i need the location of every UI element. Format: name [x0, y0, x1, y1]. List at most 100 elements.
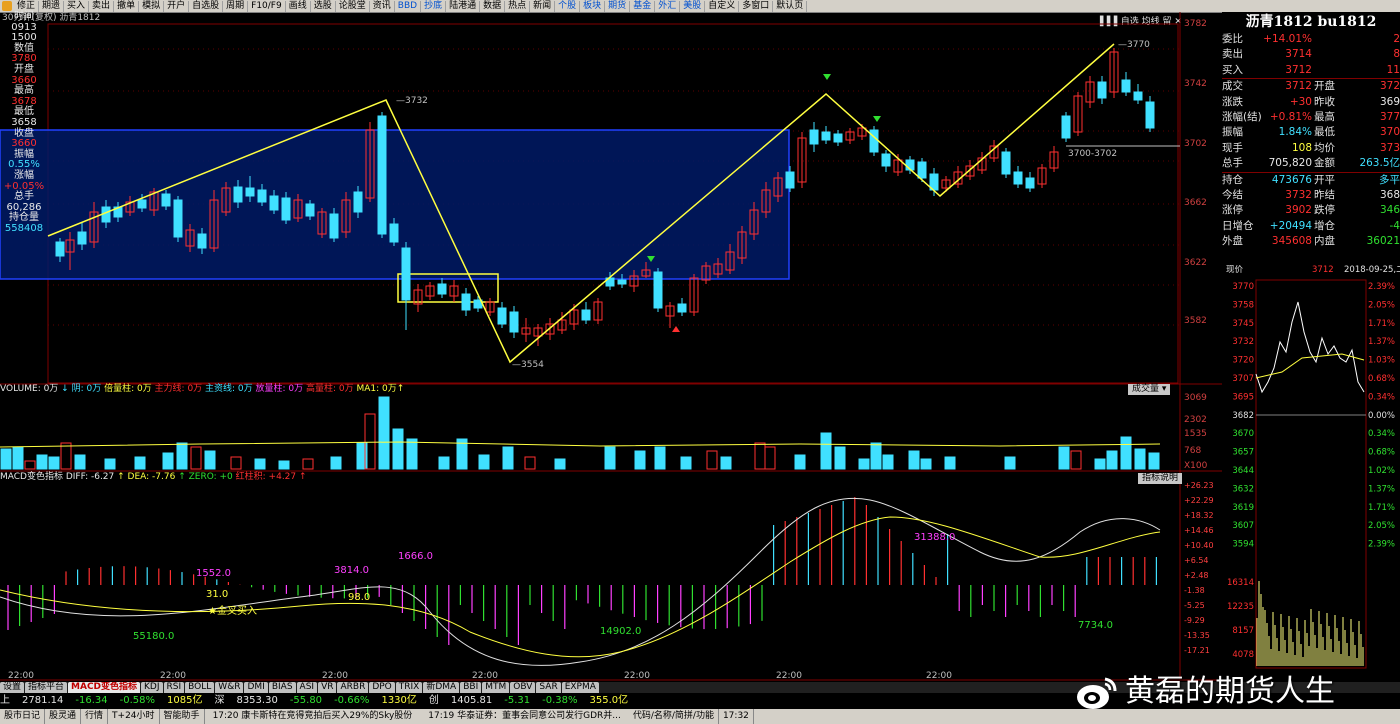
- indicator-tab-0[interactable]: 设置: [0, 682, 25, 693]
- macd-axis-label-7: -1.38: [1184, 586, 1205, 595]
- vol-header-item-4: 主资线: 0万: [205, 384, 256, 394]
- indicator-help-button[interactable]: 指标说明: [1138, 473, 1183, 484]
- status-button-1[interactable]: 股灵通: [45, 709, 82, 724]
- toolbar-item-19[interactable]: 新闻: [530, 0, 556, 12]
- toolbar-item-8[interactable]: 周期: [223, 0, 249, 12]
- toolbar-item-25[interactable]: 美股: [680, 0, 706, 12]
- news-news1[interactable]: 17:20 康卡斯特在竞得竞拍后买入29%的Sky股份: [205, 709, 421, 724]
- toolbar-item-26[interactable]: 自定义: [705, 0, 740, 12]
- volume-bar-15: [278, 460, 290, 470]
- vol-header-item-2: 倍量柱: 0万: [104, 384, 155, 394]
- toolbar-item-4[interactable]: 撤单: [114, 0, 140, 12]
- indicator-tab-3[interactable]: KDJ: [141, 682, 163, 693]
- toolbar-item-22[interactable]: 期货: [605, 0, 631, 12]
- toolbar-item-5[interactable]: 模拟: [139, 0, 165, 12]
- toolbar-item-2[interactable]: 买入: [64, 0, 90, 12]
- indicator-tab-4[interactable]: RSI: [163, 682, 185, 693]
- toolbar-item-16[interactable]: 陆港通: [446, 0, 481, 12]
- left-info-panel: 时间 0913 1500 数值 3780 开盘 3660 最高 3678 最低 3658 收盘 3660…: [0, 11, 48, 280]
- toolbar-item-0[interactable]: 修正: [14, 0, 40, 12]
- mini-left-axis-1: 3758: [1232, 300, 1254, 310]
- ticker-item-12: -5.31: [504, 695, 531, 706]
- volume-bar-20: [378, 396, 390, 470]
- indicator-tab-16[interactable]: MTM: [482, 682, 510, 693]
- candle-80: [1013, 171, 1023, 185]
- indicator-tab-2[interactable]: MACD变色指标: [68, 682, 141, 693]
- vol-axis-label-0: 3069: [1184, 393, 1207, 403]
- vol-axis-label-3: 768: [1184, 446, 1201, 456]
- time-axis-label-2: 22:00: [322, 671, 348, 681]
- indicator-tab-19[interactable]: EXPMA: [561, 682, 599, 693]
- toolbar-item-3[interactable]: 卖出: [89, 0, 115, 12]
- candle-29: [401, 247, 411, 301]
- quote-row-1-cell-2: [1312, 47, 1350, 62]
- indicator-tab-11[interactable]: ARBR: [337, 682, 369, 693]
- toolbar-item-11[interactable]: 选股: [311, 0, 336, 12]
- quote-row-6-cell-1: 1.84%: [1278, 126, 1312, 139]
- indicator-tab-1[interactable]: 指标平台: [25, 682, 68, 693]
- mini-right-axis-0: 2.39%: [1368, 282, 1395, 292]
- kline-chart-area[interactable]: 3782 3742 3702 3662 3622 3582 —3732 —3554 —3770 3…: [0, 12, 1222, 682]
- indicator-tab-18[interactable]: SAR: [536, 682, 561, 693]
- candle-7: [137, 199, 147, 209]
- toolbar-item-1[interactable]: 期遗: [39, 0, 65, 12]
- indicator-tab-12[interactable]: DPO: [369, 682, 395, 693]
- toolbar-item-27[interactable]: 多窗口: [739, 0, 774, 12]
- toolbar-item-6[interactable]: 开户: [164, 0, 190, 12]
- indicator-tab-9[interactable]: ASI: [296, 682, 318, 693]
- status-right-0[interactable]: 代码/名称/简拼/功能: [629, 709, 719, 724]
- toolbar-item-18[interactable]: 热点: [505, 0, 531, 12]
- quote-row-2-cell-1: 3712: [1285, 63, 1312, 76]
- toolbar-item-21[interactable]: 板块: [580, 0, 606, 12]
- macd-axis-label-11: -17.21: [1184, 646, 1210, 655]
- toolbar-item-28[interactable]: 默认页: [773, 0, 808, 12]
- ticker-item-1: 2781.14: [22, 695, 64, 706]
- toolbar-item-13[interactable]: 资讯: [370, 0, 395, 12]
- indicator-tab-13[interactable]: TRIX: [395, 682, 423, 693]
- quote-row-8-cell-0: 总手: [1222, 157, 1243, 170]
- quote-row-1-cell-0: 卖出: [1222, 48, 1243, 61]
- indicator-tab-6[interactable]: W&R: [215, 682, 244, 693]
- mini-right-axis-12: 1.71%: [1368, 503, 1395, 513]
- quote-row-3: 成交 3712 开盘 372: [1222, 78, 1400, 94]
- toolbar-item-9[interactable]: F10/F9: [248, 0, 286, 12]
- macd-axis-label-0: +26.23: [1184, 481, 1214, 490]
- annotation-high1: —3732: [396, 96, 428, 106]
- volume-bar-5: [60, 442, 72, 470]
- indicator-tab-14[interactable]: 新DMA: [423, 682, 460, 693]
- red-arrow-icon: [672, 326, 680, 332]
- toolbar-item-20[interactable]: 个股: [555, 0, 581, 12]
- indicator-tab-7[interactable]: DMI: [244, 682, 268, 693]
- quote-row-0-cell-3: 2: [1393, 33, 1400, 45]
- toolbar-item-14[interactable]: BBD: [395, 0, 422, 12]
- candle-18: [269, 195, 279, 211]
- indicator-tab-8[interactable]: BIAS: [268, 682, 296, 693]
- toolbar-item-24[interactable]: 外汇: [655, 0, 681, 12]
- indicator-tab-10[interactable]: VR: [318, 682, 337, 693]
- macd-header-item-0: MACD变色指标 DIFF: -6.27: [0, 472, 118, 482]
- macd-axis-label-2: +18.32: [1184, 511, 1214, 520]
- mini-right-axis-5: 0.68%: [1368, 374, 1395, 384]
- candle-37: [497, 307, 507, 325]
- intraday-mini-chart[interactable]: 现价 3712 2018-09-25,二 3770 3758 3745 3732 3720 37…: [1222, 262, 1400, 682]
- status-button-3[interactable]: T+24小时: [108, 709, 160, 724]
- toolbar-item-10[interactable]: 画线: [286, 0, 311, 12]
- toolbar-item-12[interactable]: 论股堂: [336, 0, 370, 12]
- indicator-tab-5[interactable]: BOLL: [185, 682, 215, 693]
- quote-row-13-cell-2: 内盘: [1314, 235, 1335, 248]
- news-news2[interactable]: 17:19 华泰证券：董事会同意公司发行GDR并...: [420, 709, 629, 724]
- quote-row-0-cell-1: +14.01%: [1263, 33, 1312, 45]
- toolbar-item-7[interactable]: 自选股: [189, 0, 224, 12]
- toolbar-item-15[interactable]: 抄底: [421, 0, 447, 12]
- mini-left-axis-12: 3619: [1232, 503, 1254, 513]
- volume-indicator-header: VOLUME: 0万 ↓ 阴: 0万 倍量柱: 0万 主力线: 0万 主资线: …: [0, 384, 404, 395]
- mini-left-axis-5: 3707: [1232, 374, 1254, 384]
- toolbar-item-17[interactable]: 数据: [480, 0, 506, 12]
- volume-select-button[interactable]: 成交量 ▾: [1128, 384, 1171, 395]
- status-button-2[interactable]: 行情: [81, 709, 109, 724]
- indicator-tab-17[interactable]: OBV: [510, 682, 536, 693]
- status-button-4[interactable]: 智能助手: [160, 709, 205, 724]
- status-button-0[interactable]: 股市日记: [0, 709, 46, 724]
- toolbar-item-23[interactable]: 基金: [630, 0, 656, 12]
- indicator-tab-15[interactable]: BBI: [460, 682, 482, 693]
